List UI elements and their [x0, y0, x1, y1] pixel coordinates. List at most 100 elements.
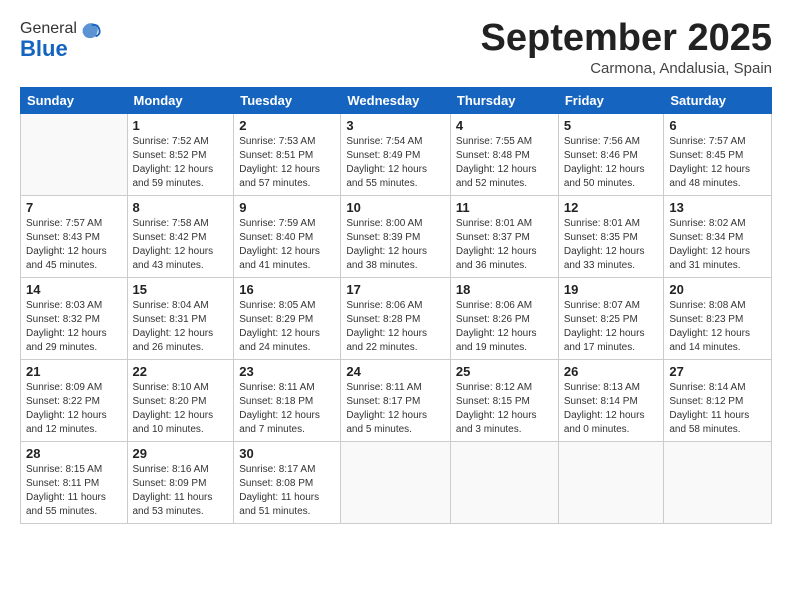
calendar-cell: 28 Sunrise: 8:15 AM Sunset: 8:11 PM Dayli… [21, 441, 128, 523]
weekday-header-monday: Monday [127, 87, 234, 113]
calendar-cell: 22Sunrise: 8:10 AM Sunset: 8:20 PM Dayli… [127, 359, 234, 441]
calendar-cell: 26 Sunrise: 8:13 AM Sunset: 8:14 PM Dayli… [558, 359, 664, 441]
calendar-cell: 17Sunrise: 8:06 AM Sunset: 8:28 PM Dayli… [341, 277, 451, 359]
calendar-cell [341, 441, 451, 523]
calendar-cell: 12 Sunrise: 8:01 AM Sunset: 8:35 PM Dayli… [558, 195, 664, 277]
day-number: 14 [26, 282, 122, 297]
day-info: Sunrise: 7:58 AM Sunset: 8:42 PM Dayligh… [133, 217, 229, 273]
day-number: 11 [456, 200, 553, 215]
day-info: Sunrise: 8:03 AM Sunset: 8:32 PM Dayligh… [26, 299, 122, 355]
day-number: 19 [564, 282, 659, 297]
calendar-table: SundayMondayTuesdayWednesdayThursdayFrid… [20, 87, 772, 524]
calendar-week-row: 21 Sunrise: 8:09 AM Sunset: 8:22 PM Dayli… [21, 359, 772, 441]
day-info: Sunrise: 7:57 AM Sunset: 8:43 PM Dayligh… [26, 217, 122, 273]
day-number: 18 [456, 282, 553, 297]
day-info: Sunrise: 7:59 AM Sunset: 8:40 PM Dayligh… [239, 217, 335, 273]
day-number: 28 [26, 446, 122, 461]
day-number: 7 [26, 200, 122, 215]
weekday-header-sunday: Sunday [21, 87, 128, 113]
calendar-cell [21, 113, 128, 195]
day-info: Sunrise: 8:13 AM Sunset: 8:14 PM Dayligh… [564, 381, 659, 437]
day-number: 21 [26, 364, 122, 379]
title-block: September 2025 Carmona, Andalusia, Spain [481, 18, 773, 77]
day-info: Sunrise: 7:55 AM Sunset: 8:48 PM Dayligh… [456, 135, 553, 191]
day-number: 25 [456, 364, 553, 379]
day-number: 12 [564, 200, 659, 215]
day-number: 4 [456, 118, 553, 133]
day-number: 30 [239, 446, 335, 461]
calendar-cell: 14 Sunrise: 8:03 AM Sunset: 8:32 PM Dayli… [21, 277, 128, 359]
day-info: Sunrise: 8:06 AM Sunset: 8:28 PM Dayligh… [346, 299, 445, 355]
calendar-cell: 19Sunrise: 8:07 AM Sunset: 8:25 PM Dayli… [558, 277, 664, 359]
day-info: Sunrise: 8:00 AM Sunset: 8:39 PM Dayligh… [346, 217, 445, 273]
day-info: Sunrise: 7:56 AM Sunset: 8:46 PM Dayligh… [564, 135, 659, 191]
logo-icon [79, 18, 101, 40]
day-info: Sunrise: 8:11 AM Sunset: 8:17 PM Dayligh… [346, 381, 445, 437]
day-number: 23 [239, 364, 335, 379]
day-number: 29 [133, 446, 229, 461]
calendar-week-row: 7 Sunrise: 7:57 AM Sunset: 8:43 PM Daylig… [21, 195, 772, 277]
month-title: September 2025 [481, 18, 773, 60]
calendar-cell: 27Sunrise: 8:14 AM Sunset: 8:12 PM Dayli… [664, 359, 772, 441]
calendar-cell: 20Sunrise: 8:08 AM Sunset: 8:23 PM Dayli… [664, 277, 772, 359]
day-info: Sunrise: 8:12 AM Sunset: 8:15 PM Dayligh… [456, 381, 553, 437]
calendar-cell: 6 Sunrise: 7:57 AM Sunset: 8:45 PM Daylig… [664, 113, 772, 195]
calendar-cell: 5 Sunrise: 7:56 AM Sunset: 8:46 PM Daylig… [558, 113, 664, 195]
calendar-cell: 4 Sunrise: 7:55 AM Sunset: 8:48 PM Daylig… [450, 113, 558, 195]
day-number: 9 [239, 200, 335, 215]
calendar-cell: 23 Sunrise: 8:11 AM Sunset: 8:18 PM Dayli… [234, 359, 341, 441]
day-info: Sunrise: 8:04 AM Sunset: 8:31 PM Dayligh… [133, 299, 229, 355]
day-info: Sunrise: 8:14 AM Sunset: 8:12 PM Dayligh… [669, 381, 766, 437]
weekday-header-thursday: Thursday [450, 87, 558, 113]
day-number: 8 [133, 200, 229, 215]
calendar-week-row: 1Sunrise: 7:52 AM Sunset: 8:52 PM Daylig… [21, 113, 772, 195]
weekday-header-wednesday: Wednesday [341, 87, 451, 113]
calendar-cell: 15Sunrise: 8:04 AM Sunset: 8:31 PM Dayli… [127, 277, 234, 359]
calendar-cell: 16Sunrise: 8:05 AM Sunset: 8:29 PM Dayli… [234, 277, 341, 359]
calendar-cell: 24 Sunrise: 8:11 AM Sunset: 8:17 PM Dayli… [341, 359, 451, 441]
day-info: Sunrise: 8:16 AM Sunset: 8:09 PM Dayligh… [133, 463, 229, 519]
calendar-cell: 7 Sunrise: 7:57 AM Sunset: 8:43 PM Daylig… [21, 195, 128, 277]
day-number: 1 [133, 118, 229, 133]
day-info: Sunrise: 8:02 AM Sunset: 8:34 PM Dayligh… [669, 217, 766, 273]
weekday-header-row: SundayMondayTuesdayWednesdayThursdayFrid… [21, 87, 772, 113]
calendar-cell [558, 441, 664, 523]
weekday-header-friday: Friday [558, 87, 664, 113]
calendar-cell: 11Sunrise: 8:01 AM Sunset: 8:37 PM Dayli… [450, 195, 558, 277]
calendar-cell [664, 441, 772, 523]
day-number: 24 [346, 364, 445, 379]
calendar-week-row: 28 Sunrise: 8:15 AM Sunset: 8:11 PM Dayli… [21, 441, 772, 523]
location-subtitle: Carmona, Andalusia, Spain [481, 60, 773, 77]
calendar-cell: 10Sunrise: 8:00 AM Sunset: 8:39 PM Dayli… [341, 195, 451, 277]
day-number: 26 [564, 364, 659, 379]
logo: General Blue [20, 18, 101, 62]
weekday-header-saturday: Saturday [664, 87, 772, 113]
day-info: Sunrise: 8:01 AM Sunset: 8:35 PM Dayligh… [564, 217, 659, 273]
day-info: Sunrise: 8:06 AM Sunset: 8:26 PM Dayligh… [456, 299, 553, 355]
day-number: 2 [239, 118, 335, 133]
day-number: 6 [669, 118, 766, 133]
calendar-cell [450, 441, 558, 523]
day-info: Sunrise: 7:57 AM Sunset: 8:45 PM Dayligh… [669, 135, 766, 191]
weekday-header-tuesday: Tuesday [234, 87, 341, 113]
day-info: Sunrise: 7:53 AM Sunset: 8:51 PM Dayligh… [239, 135, 335, 191]
day-number: 13 [669, 200, 766, 215]
day-number: 16 [239, 282, 335, 297]
page: General Blue September 2025 Carmona, And… [0, 0, 792, 612]
calendar-cell: 3Sunrise: 7:54 AM Sunset: 8:49 PM Daylig… [341, 113, 451, 195]
calendar-cell: 13 Sunrise: 8:02 AM Sunset: 8:34 PM Dayli… [664, 195, 772, 277]
day-info: Sunrise: 8:11 AM Sunset: 8:18 PM Dayligh… [239, 381, 335, 437]
day-info: Sunrise: 8:17 AM Sunset: 8:08 PM Dayligh… [239, 463, 335, 519]
day-info: Sunrise: 7:54 AM Sunset: 8:49 PM Dayligh… [346, 135, 445, 191]
calendar-cell: 2 Sunrise: 7:53 AM Sunset: 8:51 PM Daylig… [234, 113, 341, 195]
day-number: 5 [564, 118, 659, 133]
day-info: Sunrise: 8:08 AM Sunset: 8:23 PM Dayligh… [669, 299, 766, 355]
calendar-cell: 9 Sunrise: 7:59 AM Sunset: 8:40 PM Daylig… [234, 195, 341, 277]
calendar-cell: 30 Sunrise: 8:17 AM Sunset: 8:08 PM Dayli… [234, 441, 341, 523]
calendar-cell: 25 Sunrise: 8:12 AM Sunset: 8:15 PM Dayli… [450, 359, 558, 441]
calendar-cell: 1Sunrise: 7:52 AM Sunset: 8:52 PM Daylig… [127, 113, 234, 195]
day-info: Sunrise: 8:15 AM Sunset: 8:11 PM Dayligh… [26, 463, 122, 519]
calendar-cell: 8 Sunrise: 7:58 AM Sunset: 8:42 PM Daylig… [127, 195, 234, 277]
day-info: Sunrise: 8:09 AM Sunset: 8:22 PM Dayligh… [26, 381, 122, 437]
calendar-week-row: 14 Sunrise: 8:03 AM Sunset: 8:32 PM Dayli… [21, 277, 772, 359]
